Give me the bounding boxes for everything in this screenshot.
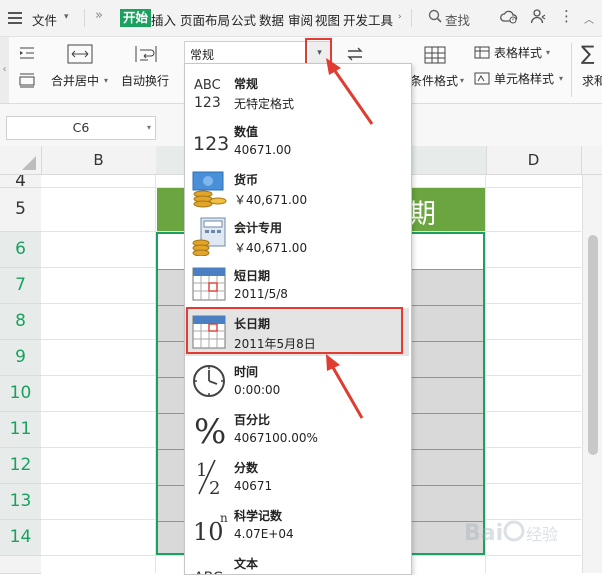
svg-text:Bai: Bai <box>464 521 503 546</box>
arrow-to-dropdown-icon <box>326 58 374 125</box>
svg-text:经验: 经验 <box>526 525 558 544</box>
annotation-arrows <box>326 58 374 419</box>
watermark-logo: Bai 经验 <box>462 514 600 554</box>
arrow-to-long-date-icon <box>326 354 364 419</box>
